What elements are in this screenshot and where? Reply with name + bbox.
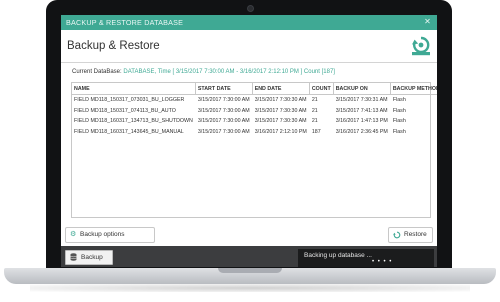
cell-backup-method: Flash [390,105,437,116]
cell-count: 187 [309,126,334,137]
cell-count: 21 [309,116,334,127]
laptop-base [4,268,496,284]
gear-icon: ⚙ [70,231,77,238]
table-header-row: NAME START DATE END DATE COUNT BACKUP ON… [72,83,437,95]
cell-backup-on: 3/16/2017 2:36:45 PM [333,126,391,137]
cell-start-date: 3/15/2017 7:30:00 AM [195,126,253,137]
column-header-count[interactable]: COUNT [309,83,334,95]
app-window: BACKUP & RESTORE DATABASE ✕ Backup & Res… [61,15,437,267]
cell-backup-method: Flash [390,126,437,137]
camera [247,5,254,12]
table-row[interactable]: FIELD MD118_160317_134713_BU_SHUTDOWN 3/… [72,116,437,127]
current-database-label: Current DataBase: [72,69,122,75]
cell-count: 21 [309,105,334,116]
laptop-base-notch [218,268,282,273]
cell-backup-on: 3/15/2017 7:30:31 AM [333,94,391,106]
column-header-end-date[interactable]: END DATE [252,83,310,95]
cell-name: FIELD MD118_150317_074113_BU_AUTO [72,105,196,116]
cell-end-date: 3/15/2017 7:30:30 AM [252,116,310,127]
cell-count: 21 [309,94,334,106]
cell-backup-on: 3/15/2017 7:41:13 AM [333,105,391,116]
current-database-info: Current DataBase: DATABASE, Time [ 3/15/… [72,69,335,75]
progress-dots-icon: • • • • [372,259,393,265]
close-icon[interactable]: ✕ [424,17,431,26]
cell-end-date: 3/15/2017 7:30:30 AM [252,94,310,106]
backup-options-label: Backup options [80,231,125,238]
table-row[interactable]: FIELD MD118_160317_143645_BU_MANUAL 3/15… [72,126,437,137]
database-icon [70,253,77,261]
column-header-backup-method[interactable]: BACKUP METHOD [390,83,437,95]
restore-button[interactable]: Restore [388,227,433,243]
cell-end-date: 3/16/2017 2:12:10 PM [252,126,310,137]
column-header-name[interactable]: NAME [72,83,196,95]
backup-label: Backup [81,254,103,261]
window-title: BACKUP & RESTORE DATABASE [66,18,184,27]
page-title: Backup & Restore [67,40,160,52]
current-database-value: DATABASE, Time [ 3/15/2017 7:30:00 AM - … [123,69,335,75]
laptop-shadow [30,284,470,292]
backup-button[interactable]: Backup [65,250,113,265]
table-row[interactable]: FIELD MD118_150317_073031_BU_LOGGER 3/15… [72,94,437,106]
table-row[interactable]: FIELD MD118_150317_074113_BU_AUTO 3/15/2… [72,105,437,116]
title-bar: BACKUP & RESTORE DATABASE ✕ [61,15,437,30]
column-header-start-date[interactable]: START DATE [195,83,253,95]
restore-label: Restore [404,231,427,238]
cell-name: FIELD MD118_150317_073031_BU_LOGGER [72,94,196,106]
column-header-backup-on[interactable]: BACKUP ON [333,83,391,95]
backup-options-button[interactable]: ⚙ Backup options [65,227,155,243]
cell-backup-method: Flash [390,116,437,127]
restore-icon [412,36,430,56]
cell-start-date: 3/15/2017 7:30:00 AM [195,105,253,116]
cell-backup-method: Flash [390,94,437,106]
status-message: Backing up database ... [304,252,372,259]
cell-name: FIELD MD118_160317_143645_BU_MANUAL [72,126,196,137]
cell-end-date: 3/15/2017 7:30:30 AM [252,105,310,116]
backup-table: NAME START DATE END DATE COUNT BACKUP ON… [71,82,437,218]
cell-name: FIELD MD118_160317_134713_BU_SHUTDOWN [72,116,196,127]
status-toast: Backing up database ... • • • • [298,249,434,267]
page-header: Backup & Restore [61,30,437,63]
restore-small-icon [393,231,401,239]
cell-start-date: 3/15/2017 7:30:00 AM [195,116,253,127]
cell-backup-on: 3/16/2017 1:47:13 PM [333,116,391,127]
cell-start-date: 3/15/2017 7:30:00 AM [195,94,253,106]
